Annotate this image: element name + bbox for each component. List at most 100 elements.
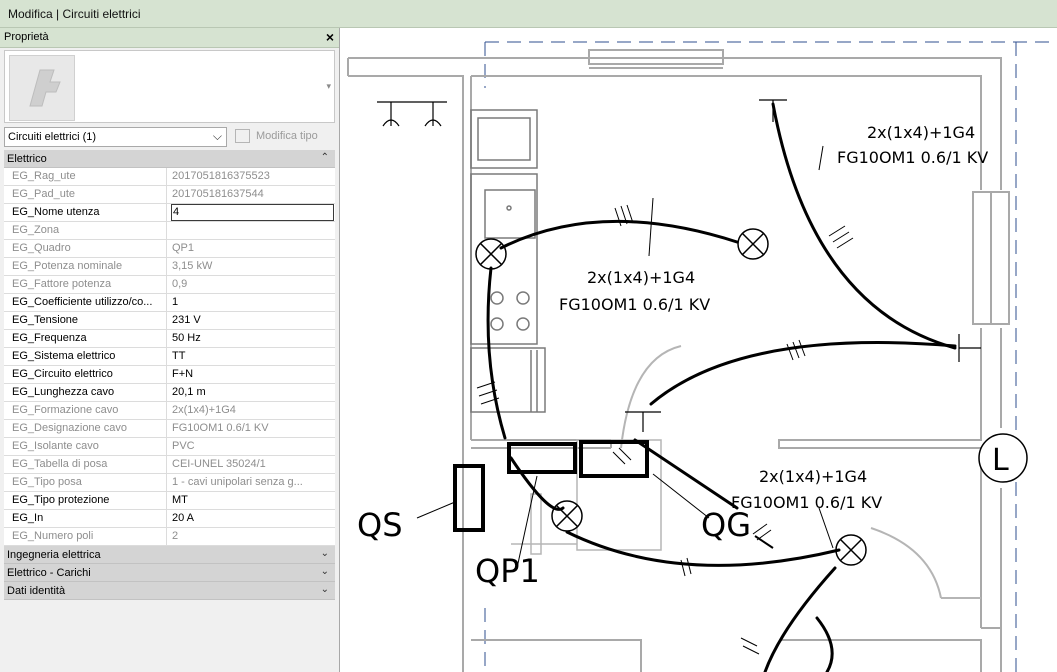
property-value[interactable]: 1: [172, 294, 335, 311]
property-row: EG_Tipo protezione MT: [4, 492, 335, 510]
property-name: EG_Fattore potenza: [4, 276, 167, 293]
property-group-label: Elettrico - Carichi: [7, 567, 91, 579]
property-name: EG_Circuito elettrico: [4, 366, 167, 383]
property-value[interactable]: MT: [172, 492, 335, 509]
property-value[interactable]: TT: [172, 348, 335, 365]
property-name: EG_Tipo protezione: [4, 492, 167, 509]
property-group-label: Elettrico: [7, 153, 47, 165]
drawing-canvas[interactable]: 2x(1x4)+1G4 FG10OM1 0.6/1 KV 2x(1x4)+1G4…: [341, 28, 1057, 672]
property-row: EG_Zona: [4, 222, 335, 240]
property-name: EG_Quadro: [4, 240, 167, 257]
window-titlebar: Modifica | Circuiti elettrici: [0, 0, 1057, 28]
property-value: PVC: [172, 440, 195, 452]
property-row: EG_Tabella di posa CEI-UNEL 35024/1: [4, 456, 335, 474]
outlet-label-l: L: [992, 443, 1009, 478]
property-row: EG_Pad_ute 201705181637544: [4, 186, 335, 204]
property-row: EG_Sistema elettrico TT: [4, 348, 335, 366]
property-row: EG_Formazione cavo 2x(1x4)+1G4: [4, 402, 335, 420]
property-value[interactable]: 4: [171, 204, 334, 221]
property-name: EG_Pad_ute: [4, 186, 167, 203]
property-name: EG_Tabella di posa: [4, 456, 167, 473]
property-name: EG_Numero poli: [4, 528, 167, 545]
collapse-icon[interactable]: ⌃: [321, 152, 329, 163]
property-row: EG_Lunghezza cavo 20,1 m: [4, 384, 335, 402]
expand-icon[interactable]: ⌄: [321, 548, 329, 559]
revit-family-icon: [9, 55, 75, 121]
property-row: EG_In 20 A: [4, 510, 335, 528]
property-value: 1 - cavi unipolari senza g...: [172, 476, 303, 488]
kitchen-fixtures: [470, 109, 662, 555]
property-group-label: Ingegneria elettrica: [7, 549, 101, 561]
property-name: EG_Nome utenza: [4, 204, 167, 221]
property-row: EG_Isolante cavo PVC: [4, 438, 335, 456]
property-name: EG_Formazione cavo: [4, 402, 167, 419]
property-name: EG_Coefficiente utilizzo/co...: [4, 294, 167, 311]
property-value[interactable]: 231 V: [172, 312, 335, 329]
panel-label-qp1: QP1: [475, 552, 540, 590]
close-icon[interactable]: ×: [326, 29, 334, 45]
property-row: EG_Nome utenza 4: [4, 204, 335, 222]
expand-icon[interactable]: ⌄: [321, 566, 329, 577]
property-row: EG_Frequenza 50 Hz: [4, 330, 335, 348]
property-group-header[interactable]: Elettrico - Carichi ⌄: [4, 564, 335, 582]
property-value[interactable]: 20,1 m: [172, 384, 335, 401]
property-value[interactable]: 50 Hz: [172, 330, 335, 347]
property-row: EG_Numero poli 2: [4, 528, 335, 546]
property-value: CEI-UNEL 35024/1: [172, 458, 266, 470]
floor-plan: 2x(1x4)+1G4 FG10OM1 0.6/1 KV 2x(1x4)+1G4…: [347, 41, 1057, 672]
edit-type-icon: [235, 129, 250, 143]
panel-label-qs: QS: [357, 506, 403, 544]
property-name: EG_Zona: [4, 222, 167, 239]
panel-label-qg: QG: [701, 506, 751, 544]
instance-filter-select[interactable]: Circuiti elettrici (1) ⌵: [4, 127, 227, 147]
property-row: EG_Tipo posa 1 - cavi unipolari senza g..…: [4, 474, 335, 492]
property-name: EG_Frequenza: [4, 330, 167, 347]
property-value[interactable]: F+N: [172, 366, 335, 383]
property-name: EG_Tipo posa: [4, 474, 167, 491]
property-value[interactable]: 20 A: [172, 510, 335, 527]
property-value: 0,9: [172, 278, 188, 290]
panel-boxes: [453, 440, 649, 532]
property-row: EG_Quadro QP1: [4, 240, 335, 258]
property-row: EG_Potenza nominale 3,15 kW: [4, 258, 335, 276]
property-row: EG_Coefficiente utilizzo/co... 1: [4, 294, 335, 312]
properties-grid: Elettrico ⌃ EG_Rag_ute 20170518163​75523 EG_…: [4, 150, 335, 600]
edit-type-label: Modifica tipo: [256, 130, 318, 142]
property-group-label: Dati identità: [7, 585, 66, 597]
type-selector-preview[interactable]: ▾: [4, 50, 335, 123]
property-name: EG_Rag_ute: [4, 168, 167, 185]
property-group-header[interactable]: Ingegneria elettrica ⌄: [4, 546, 335, 564]
property-value: 2: [172, 530, 179, 542]
property-name: EG_Sistema elettrico: [4, 348, 167, 365]
property-value: FG10OM1 0.6/1 KV: [172, 422, 269, 434]
property-name: EG_Designazione cavo: [4, 420, 167, 437]
property-value: 20170518163​75523: [172, 170, 270, 182]
property-row: EG_Tensione 231 V: [4, 312, 335, 330]
property-name: EG_In: [4, 510, 167, 527]
instance-filter-value: Circuiti elettrici (1): [8, 131, 97, 143]
property-group-header[interactable]: Dati identità ⌄: [4, 582, 335, 600]
expand-icon[interactable]: ⌄: [321, 584, 329, 595]
cables: [486, 102, 957, 672]
walls: [347, 49, 1010, 672]
property-value: 3,15 kW: [172, 260, 213, 272]
cable-designation-label: FG10OM1 0.6/1 KV: [837, 148, 988, 167]
cable-designation-label: FG10OM1 0.6/1 KV: [559, 295, 710, 314]
cable-formation-label: 2x(1x4)+1G4: [867, 123, 975, 142]
property-name: EG_Isolante cavo: [4, 438, 167, 455]
properties-palette: Proprietà × ▾ Circuiti elettrici (1) ⌵ M…: [0, 28, 340, 672]
cable-formation-label: 2x(1x4)+1G4: [759, 467, 867, 486]
property-name: EG_Tensione: [4, 312, 167, 329]
property-name: EG_Lunghezza cavo: [4, 384, 167, 401]
property-value: [172, 222, 335, 239]
window-title: Modifica | Circuiti elettrici: [8, 7, 141, 21]
properties-title: Proprietà: [4, 31, 49, 43]
edit-type-button[interactable]: Modifica tipo: [233, 127, 335, 147]
property-value: 201705181637544: [172, 188, 264, 200]
property-group-header[interactable]: Elettrico ⌃: [4, 150, 335, 168]
type-dropdown-arrow-icon[interactable]: ▾: [326, 81, 331, 92]
properties-header: Proprietà ×: [0, 28, 339, 48]
property-row: EG_Designazione cavo FG10OM1 0.6/1 KV: [4, 420, 335, 438]
cable-designation-label: FG10OM1 0.6/1 KV: [731, 493, 882, 512]
property-row: EG_Circuito elettrico F+N: [4, 366, 335, 384]
